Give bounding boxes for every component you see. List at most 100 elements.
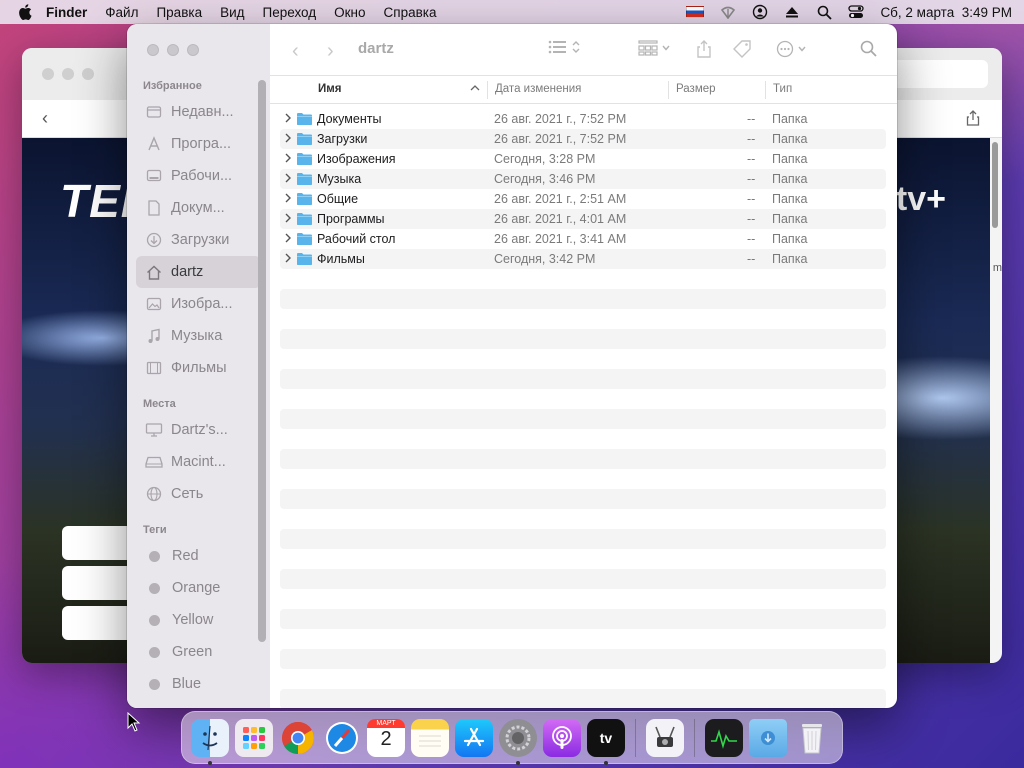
- apple-menu-icon[interactable]: [18, 4, 32, 20]
- background-scrollbar[interactable]: [992, 142, 998, 228]
- dock-finder-icon[interactable]: [191, 718, 229, 765]
- wifi-icon[interactable]: [720, 4, 736, 20]
- back-chevron-icon[interactable]: ‹: [292, 40, 299, 63]
- group-button[interactable]: [638, 40, 670, 56]
- sidebar-item-downloads[interactable]: Загрузки: [127, 224, 270, 256]
- file-size: --: [747, 192, 756, 206]
- sidebar-tag-blue[interactable]: Blue: [127, 668, 270, 700]
- table-row[interactable]: Изображения Сегодня, 3:28 PM -- Папка: [280, 149, 886, 169]
- disclosure-chevron-icon[interactable]: [284, 172, 292, 186]
- eject-icon[interactable]: [784, 4, 800, 20]
- menu-help[interactable]: Справка: [384, 5, 437, 20]
- menu-view[interactable]: Вид: [220, 5, 244, 20]
- input-source-flag-icon[interactable]: [686, 6, 705, 18]
- disclosure-chevron-icon[interactable]: [284, 252, 292, 266]
- sidebar-item-desktop[interactable]: Рабочи...: [127, 160, 270, 192]
- column-date[interactable]: Дата изменения: [495, 83, 581, 95]
- sidebar-item-movies[interactable]: Фильмы: [127, 352, 270, 384]
- search-button[interactable]: [860, 40, 877, 57]
- dock-chrome-icon[interactable]: [279, 719, 317, 757]
- folder-icon: [296, 232, 313, 249]
- table-row[interactable]: Фильмы Сегодня, 3:42 PM -- Папка: [280, 249, 886, 269]
- dock-activity-monitor-icon[interactable]: [705, 718, 743, 757]
- finder-content: ‹ › dartz Имя Дата изменения Размер Тип …: [270, 24, 897, 708]
- disclosure-chevron-icon[interactable]: [284, 112, 292, 126]
- dock-downloads-folder-icon[interactable]: [749, 718, 787, 757]
- dock-podcasts-icon[interactable]: [543, 718, 581, 757]
- table-row[interactable]: Документы 26 авг. 2021 г., 7:52 PM -- Папка: [280, 109, 886, 129]
- file-date: 26 авг. 2021 г., 2:51 AM: [494, 192, 627, 206]
- control-center-icon[interactable]: [848, 4, 865, 20]
- column-size[interactable]: Размер: [676, 83, 716, 95]
- sidebar-tag-yellow[interactable]: Yellow: [127, 604, 270, 636]
- disclosure-chevron-icon[interactable]: [284, 152, 292, 166]
- computer-icon: [145, 422, 163, 438]
- minimize-window-button[interactable]: [167, 44, 179, 56]
- table-row[interactable]: Рабочий стол 26 авг. 2021 г., 3:41 AM -- Па…: [280, 229, 886, 249]
- empty-list-row: [280, 609, 886, 629]
- dock-app-store-icon[interactable]: [455, 718, 493, 757]
- column-name[interactable]: Имя: [318, 83, 341, 95]
- apple-tv-label: tv: [599, 729, 613, 746]
- column-divider[interactable]: [765, 81, 766, 99]
- table-row[interactable]: Музыка Сегодня, 3:46 PM -- Папка: [280, 169, 886, 189]
- tag-button[interactable]: [732, 40, 752, 58]
- background-window-traffic-lights[interactable]: [42, 68, 94, 80]
- dock-system-preferences-icon[interactable]: [499, 718, 537, 765]
- sidebar-item-network[interactable]: Сеть: [127, 478, 270, 510]
- dock-notes-icon[interactable]: [411, 718, 449, 757]
- column-kind[interactable]: Тип: [773, 83, 792, 95]
- dock-screenshot-icon[interactable]: [646, 718, 684, 757]
- sidebar-item-pictures[interactable]: Изобра...: [127, 288, 270, 320]
- sort-ascending-icon[interactable]: [470, 83, 480, 95]
- menu-bar-clock[interactable]: Сб, 2 марта 3:49 PM: [880, 5, 1012, 20]
- finder-window: Избранное Недавн... Програ... Рабочи... …: [127, 24, 897, 708]
- music-icon: [145, 328, 163, 344]
- sidebar-item-macintosh-hd[interactable]: Macint...: [127, 446, 270, 478]
- table-row[interactable]: Общие 26 авг. 2021 г., 2:51 AM -- Папка: [280, 189, 886, 209]
- menu-edit[interactable]: Правка: [156, 5, 202, 20]
- sidebar-scrollbar[interactable]: [258, 80, 266, 642]
- sidebar-item-recents[interactable]: Недавн...: [127, 96, 270, 128]
- film-icon: [145, 360, 163, 376]
- disclosure-chevron-icon[interactable]: [284, 212, 292, 226]
- sidebar-tag-green[interactable]: Green: [127, 636, 270, 668]
- disclosure-chevron-icon[interactable]: [284, 132, 292, 146]
- view-options-button[interactable]: [548, 40, 580, 54]
- dock-calendar-icon[interactable]: МАРТ 2: [367, 718, 405, 757]
- back-chevron-icon[interactable]: ‹: [42, 108, 48, 129]
- column-divider[interactable]: [487, 81, 488, 99]
- dock-launchpad-icon[interactable]: [235, 718, 273, 757]
- sidebar-item-home[interactable]: dartz: [136, 256, 261, 288]
- sidebar-tag-orange[interactable]: Orange: [127, 572, 270, 604]
- sidebar-item-computer[interactable]: Dartz's...: [127, 414, 270, 446]
- column-divider[interactable]: [668, 81, 669, 99]
- close-window-button[interactable]: [147, 44, 159, 56]
- share-button[interactable]: [696, 40, 712, 58]
- dock-apple-tv-icon[interactable]: tv: [587, 718, 625, 765]
- menu-window[interactable]: Окно: [334, 5, 365, 20]
- zoom-window-button[interactable]: [187, 44, 199, 56]
- sidebar-item-documents[interactable]: Докум...: [127, 192, 270, 224]
- finder-toolbar: ‹ › dartz: [270, 24, 897, 76]
- table-row[interactable]: Программы 26 авг. 2021 г., 4:01 AM -- Папка: [280, 209, 886, 229]
- chevron-down-icon: [798, 46, 806, 52]
- user-account-icon[interactable]: [752, 4, 768, 20]
- table-row[interactable]: Загрузки 26 авг. 2021 г., 7:52 PM -- Папка: [280, 129, 886, 149]
- disclosure-chevron-icon[interactable]: [284, 192, 292, 206]
- share-icon[interactable]: [966, 110, 980, 129]
- more-actions-button[interactable]: [776, 40, 806, 58]
- up-down-chevron-icon: [572, 41, 580, 53]
- disclosure-chevron-icon[interactable]: [284, 232, 292, 246]
- forward-chevron-icon[interactable]: ›: [327, 40, 334, 63]
- spotlight-search-icon[interactable]: [816, 4, 832, 20]
- dock-trash-icon[interactable]: [793, 719, 831, 757]
- sidebar-item-applications[interactable]: Програ...: [127, 128, 270, 160]
- dock-safari-icon[interactable]: [323, 719, 361, 757]
- sidebar-tag-red[interactable]: Red: [127, 540, 270, 572]
- hero-title: TEI: [60, 175, 135, 227]
- sidebar-item-music[interactable]: Музыка: [127, 320, 270, 352]
- menu-go[interactable]: Переход: [263, 5, 317, 20]
- menu-app-finder[interactable]: Finder: [46, 5, 87, 20]
- menu-file[interactable]: Файл: [105, 5, 138, 20]
